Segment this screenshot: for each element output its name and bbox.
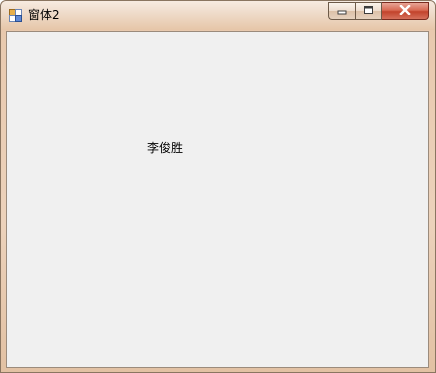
minimize-button[interactable] [328, 2, 355, 20]
title-bar[interactable]: 窗体2 [1, 1, 435, 30]
form-client-area: 李俊胜 [6, 31, 429, 368]
maximize-button[interactable] [355, 2, 382, 20]
form-window: 窗体2 李俊胜 [0, 0, 436, 373]
close-icon [399, 2, 411, 20]
minimize-icon [337, 2, 348, 20]
name-label: 李俊胜 [147, 141, 184, 155]
maximize-icon [363, 2, 374, 20]
caption-buttons [328, 2, 429, 21]
close-button[interactable] [382, 2, 429, 20]
window-title: 窗体2 [28, 8, 60, 22]
app-form-icon[interactable] [9, 9, 22, 22]
